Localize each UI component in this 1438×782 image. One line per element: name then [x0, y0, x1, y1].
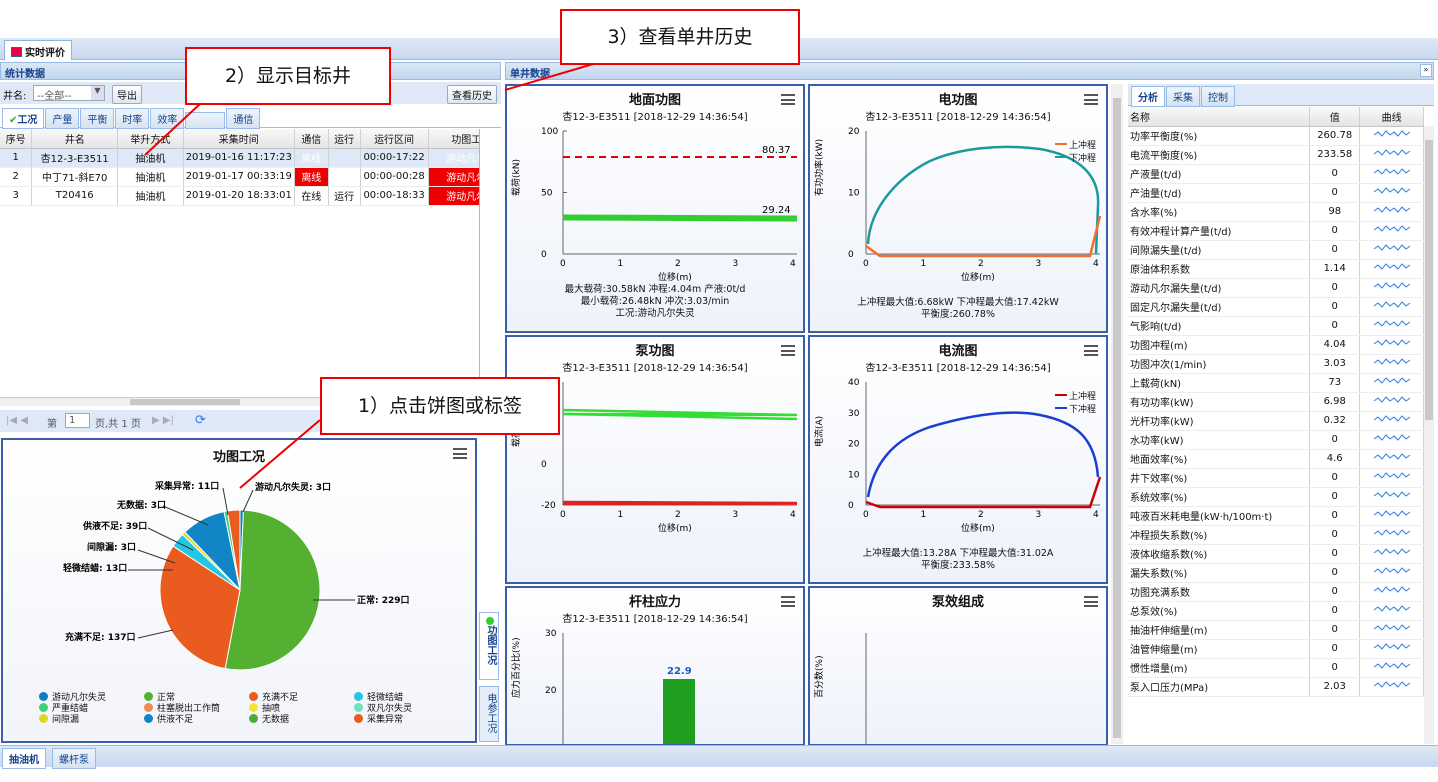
callout-view-history: 3）查看单井历史 [560, 9, 800, 65]
arrow-2 [144, 103, 201, 156]
arrow-1 [239, 419, 321, 489]
callout-click-pie: 1）点击饼图或标签 [320, 377, 560, 435]
callout-arrows [144, 61, 601, 489]
arrow-3 [504, 61, 601, 91]
callout-show-well: 2）显示目标井 [185, 47, 391, 105]
